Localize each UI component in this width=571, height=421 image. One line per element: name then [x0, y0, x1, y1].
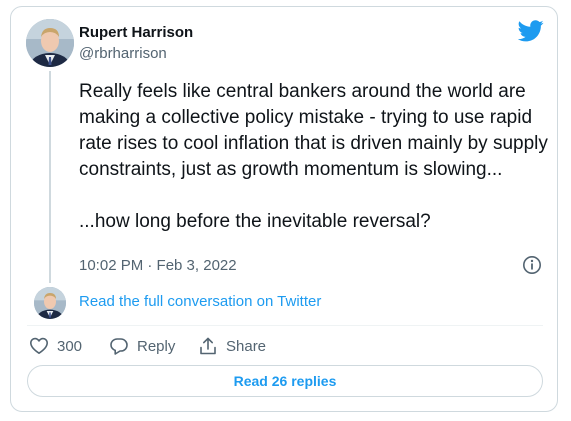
- avatar[interactable]: [26, 19, 74, 67]
- avatar-small[interactable]: [34, 287, 66, 319]
- like-button[interactable]: 300: [29, 335, 82, 357]
- share-icon: [200, 337, 216, 355]
- heart-icon: [30, 337, 48, 354]
- share-label: Share: [226, 337, 267, 355]
- reply-label: Reply: [137, 337, 176, 355]
- tweet-text: Really feels like central bankers around…: [79, 81, 548, 232]
- divider: [27, 325, 543, 326]
- like-count: 300: [57, 337, 83, 355]
- thread-line: [49, 71, 51, 283]
- author-handle[interactable]: @rbrharrison: [79, 45, 167, 62]
- read-conversation-link[interactable]: Read the full conversation on Twitter: [79, 293, 321, 310]
- share-button[interactable]: Share: [198, 335, 266, 357]
- twitter-bird-icon[interactable]: [517, 20, 544, 42]
- reply-button[interactable]: Reply: [109, 335, 175, 357]
- tweet-timestamp[interactable]: 10:02 PM · Feb 3, 2022: [79, 257, 237, 274]
- info-icon[interactable]: [522, 255, 542, 275]
- author-name[interactable]: Rupert Harrison: [79, 24, 193, 41]
- reply-icon: [110, 338, 128, 355]
- read-replies-button[interactable]: Read 26 replies: [27, 365, 543, 397]
- embedded-tweet-card: Rupert Harrison @rbrharrison Really feel…: [10, 6, 558, 412]
